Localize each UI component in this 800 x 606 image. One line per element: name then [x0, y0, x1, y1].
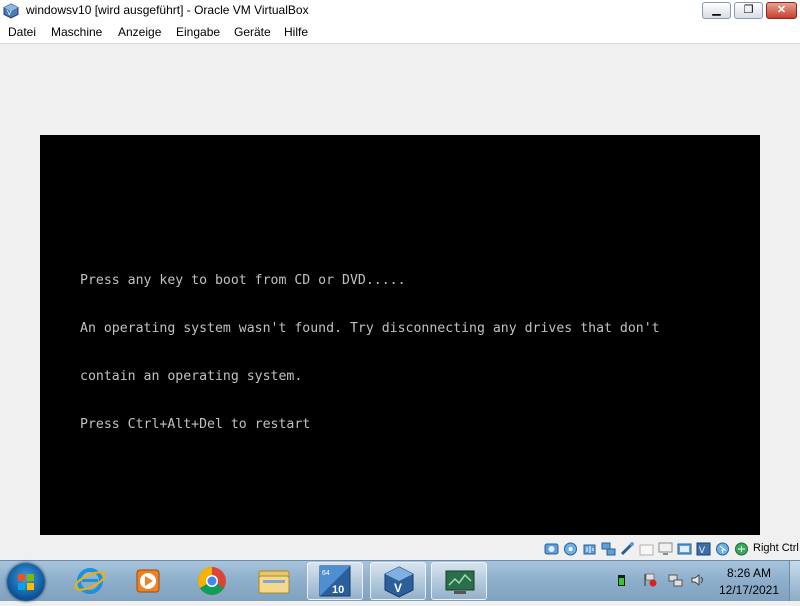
shared-folder-icon[interactable]: [639, 542, 654, 556]
show-desktop-button[interactable]: [789, 561, 800, 601]
minimize-button[interactable]: ▁: [702, 2, 731, 19]
network-icon[interactable]: [668, 573, 683, 587]
virtualization-icon[interactable]: V: [696, 542, 711, 556]
menu-maschine[interactable]: Maschine: [51, 25, 102, 39]
volume-icon[interactable]: [691, 573, 706, 587]
taskbar: 64 10 V 8:26 AM 12/17/2021: [0, 560, 800, 601]
svg-text:64: 64: [322, 570, 330, 577]
internet-explorer-icon: [74, 568, 106, 594]
taskbar-media-player[interactable]: [120, 562, 176, 600]
console-line: An operating system wasn't found. Try di…: [80, 321, 660, 336]
title-bar[interactable]: V windowsv10 [wird ausgeführt] - Oracle …: [0, 0, 800, 22]
taskbar-chrome[interactable]: [184, 562, 240, 600]
flag-icon[interactable]: [643, 573, 658, 587]
menu-hilfe[interactable]: Hilfe: [284, 25, 308, 39]
minimize-icon: ▁: [712, 4, 721, 16]
network-icon[interactable]: [601, 542, 616, 556]
windows10-64-icon: 64 10: [319, 565, 351, 597]
menu-anzeige[interactable]: Anzeige: [118, 25, 161, 39]
keyboard-icon[interactable]: [734, 542, 749, 556]
vm-status-bar: V Right Ctrl: [0, 538, 800, 560]
folder-icon: [258, 570, 290, 594]
console-line: Press Ctrl+Alt+Del to restart: [80, 417, 311, 432]
vm-screen[interactable]: Press any key to boot from CD or DVD....…: [40, 135, 760, 535]
virtualbox-icon: V: [3, 3, 19, 19]
chrome-icon: [198, 567, 226, 595]
host-key-label[interactable]: Right Ctrl: [753, 542, 799, 554]
console-line: contain an operating system.: [80, 369, 303, 384]
display-icon[interactable]: [658, 542, 673, 556]
battery-icon[interactable]: [614, 573, 629, 587]
clock-time[interactable]: 8:26 AM: [712, 566, 786, 580]
usb-icon[interactable]: [620, 542, 635, 556]
svg-text:10: 10: [332, 584, 344, 596]
svg-text:V: V: [699, 545, 705, 555]
window-title: windowsv10 [wird ausgeführt] - Oracle VM…: [26, 3, 309, 17]
taskbar-virtualbox-manager[interactable]: V: [370, 562, 426, 600]
clock-date[interactable]: 12/17/2021: [712, 583, 786, 597]
taskbar-windows10-vm[interactable]: 64 10: [307, 562, 363, 600]
taskbar-file-explorer[interactable]: [246, 562, 302, 600]
svg-text:V: V: [7, 10, 12, 17]
mouse-integration-icon[interactable]: [715, 542, 730, 556]
media-player-icon: [136, 569, 160, 593]
menu-geraete[interactable]: Geräte: [234, 25, 271, 39]
restore-icon: ❐: [743, 4, 754, 16]
menu-datei[interactable]: Datei: [8, 25, 36, 39]
close-icon: ✕: [776, 4, 787, 16]
windows-logo-icon: [18, 574, 34, 590]
svg-text:V: V: [394, 581, 402, 595]
virtualbox-icon: V: [384, 566, 414, 598]
audio-icon[interactable]: [582, 542, 597, 556]
video-capture-icon[interactable]: [677, 542, 692, 556]
maximize-button[interactable]: ❐: [734, 2, 763, 19]
vm-monitor-icon: [445, 570, 475, 594]
vm-display-area[interactable]: Press any key to boot from CD or DVD....…: [0, 44, 800, 538]
boot-console-text: Press any key to boot from CD or DVD....…: [80, 241, 660, 465]
hard-disk-icon[interactable]: [544, 542, 559, 556]
taskbar-vm-window[interactable]: [431, 562, 487, 600]
menu-eingabe[interactable]: Eingabe: [176, 25, 220, 39]
menu-bar: Datei Maschine Anzeige Eingabe Geräte Hi…: [0, 22, 800, 44]
close-button[interactable]: ✕: [766, 2, 797, 19]
optical-drive-icon[interactable]: [563, 542, 578, 556]
console-line: Press any key to boot from CD or DVD....…: [80, 273, 406, 288]
start-button[interactable]: [7, 563, 45, 601]
taskbar-internet-explorer[interactable]: [62, 562, 118, 600]
